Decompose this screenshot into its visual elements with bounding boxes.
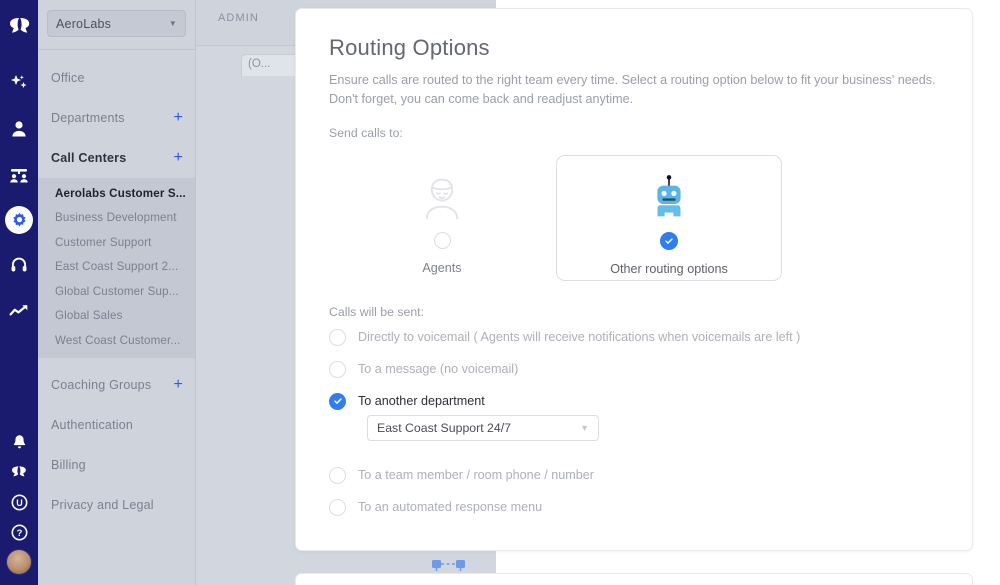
- radio-option-label: To a team member / room phone / number: [358, 468, 594, 482]
- radio-icon[interactable]: [329, 498, 346, 516]
- page-title: Routing Options: [329, 35, 490, 60]
- radio-option-label: To a message (no voicemail): [358, 362, 519, 376]
- next-card: [295, 573, 973, 585]
- card-description: Ensure calls are routed to the right tea…: [329, 73, 936, 106]
- headset-icon[interactable]: [4, 250, 34, 280]
- sparkles-icon[interactable]: [4, 68, 34, 98]
- sidebar-item-office[interactable]: Office: [38, 58, 195, 98]
- sidebar-item-authentication[interactable]: Authentication: [38, 405, 195, 445]
- primary-icon-rail: U ?: [0, 0, 38, 585]
- add-call-center-icon[interactable]: +: [173, 150, 183, 166]
- radio-icon[interactable]: [329, 328, 346, 346]
- routing-options-card: Routing Options Ensure calls are routed …: [295, 8, 973, 551]
- org-select-wrap: AeroLabs ▼: [38, 0, 195, 49]
- department-select-value: East Coast Support 24/7: [377, 421, 511, 435]
- routing-option-agents[interactable]: Agents: [329, 155, 555, 281]
- sidebar-item-global-customer-support[interactable]: Global Customer Sup...: [38, 279, 195, 304]
- sidebar-item-business-development[interactable]: Business Development: [38, 206, 195, 231]
- radio-icon[interactable]: [329, 360, 346, 378]
- sidebar-item-privacy-and-legal[interactable]: Privacy and Legal: [38, 485, 195, 525]
- sidebar-divider: [38, 49, 195, 50]
- radio-option-to-another-department[interactable]: To another department: [329, 386, 939, 416]
- org-select-value: AeroLabs: [56, 16, 112, 31]
- chevron-down-icon: ▼: [168, 19, 177, 28]
- help-icon[interactable]: ?: [4, 517, 34, 547]
- calls-will-be-sent-label: Calls will be sent:: [329, 305, 424, 319]
- chevron-down-icon: ▼: [580, 423, 589, 433]
- sidebar-item-label: Billing: [51, 457, 86, 472]
- radio-unselected-icon[interactable]: [433, 232, 451, 249]
- radio-option-to-a-team-member[interactable]: To a team member / room phone / number: [329, 460, 939, 490]
- org-select[interactable]: AeroLabs ▼: [47, 10, 186, 37]
- sidebar-item-label: Authentication: [51, 417, 134, 432]
- sidebar-item-call-centers[interactable]: Call Centers +: [38, 138, 195, 178]
- sidebar-item-label: Office: [51, 71, 85, 85]
- sidebar-item-label: Call Centers: [51, 151, 127, 165]
- add-department-icon[interactable]: +: [173, 110, 183, 126]
- sidebar-item-global-sales[interactable]: Global Sales: [38, 304, 195, 329]
- radio-option-to-a-message[interactable]: To a message (no voicemail): [329, 354, 939, 384]
- chat-bubbles-icon[interactable]: [4, 457, 34, 487]
- routing-option-label: Agents: [422, 261, 462, 275]
- meeting-room-icon[interactable]: [4, 160, 34, 190]
- robot-icon: [649, 170, 689, 226]
- radio-selected-icon[interactable]: [660, 232, 678, 250]
- send-calls-to-label: Send calls to:: [329, 126, 403, 140]
- svg-text:U: U: [16, 497, 22, 507]
- app-root: U ? AeroLabs ▼ Office Departments + Call…: [0, 0, 1000, 585]
- avatar[interactable]: [4, 547, 34, 577]
- radio-option-automated-response-menu[interactable]: To an automated response menu: [329, 492, 939, 522]
- radio-option-label: To another department: [358, 394, 485, 408]
- sidebar-item-departments[interactable]: Departments +: [38, 98, 195, 138]
- routing-option-other[interactable]: Other routing options: [556, 155, 782, 281]
- routing-option-cards: Agents Other routing options: [329, 155, 944, 281]
- bell-icon[interactable]: [4, 427, 34, 457]
- agent-avatar-icon: [422, 170, 462, 226]
- sidebar-item-billing[interactable]: Billing: [38, 445, 195, 485]
- department-select[interactable]: East Coast Support 24/7 ▼: [367, 415, 599, 441]
- radio-checked-icon[interactable]: [329, 392, 346, 410]
- svg-text:?: ?: [16, 527, 22, 538]
- u-badge-icon[interactable]: U: [4, 487, 34, 517]
- add-coaching-group-icon[interactable]: +: [173, 376, 183, 393]
- sidebar-item-east-coast-support[interactable]: East Coast Support 2...: [38, 255, 195, 280]
- rail-bottom-group: U ?: [0, 427, 38, 577]
- sidebar-item-label: Privacy and Legal: [51, 497, 154, 512]
- radio-option-directly-to-voicemail[interactable]: Directly to voicemail ( Agents will rece…: [329, 322, 939, 352]
- sidebar-item-label: Departments: [51, 111, 125, 125]
- background-admin-label: ADMIN: [218, 12, 259, 24]
- gear-icon[interactable]: [5, 206, 33, 234]
- sidebar-item-customer-support[interactable]: Customer Support: [38, 230, 195, 255]
- sidebar-item-label: Coaching Groups: [51, 377, 152, 392]
- trend-chart-icon[interactable]: [4, 296, 34, 326]
- sidebar-item-aerolabs-customer-service[interactable]: Aerolabs Customer S...: [38, 181, 195, 206]
- routing-option-label: Other routing options: [610, 262, 728, 276]
- call-centers-list: Aerolabs Customer S... Business Developm…: [38, 178, 195, 358]
- person-icon[interactable]: [4, 114, 34, 144]
- radio-option-label: To an automated response menu: [358, 500, 543, 514]
- sidebar-item-coaching-groups[interactable]: Coaching Groups +: [38, 365, 195, 405]
- sidebar-item-west-coast-customer[interactable]: West Coast Customer...: [38, 328, 195, 353]
- secondary-sidebar: AeroLabs ▼ Office Departments + Call Cen…: [38, 0, 196, 585]
- radio-icon[interactable]: [329, 466, 346, 484]
- rail-top-group: [4, 0, 34, 326]
- logo-icon[interactable]: [4, 10, 34, 40]
- radio-option-label: Directly to voicemail ( Agents will rece…: [358, 330, 801, 344]
